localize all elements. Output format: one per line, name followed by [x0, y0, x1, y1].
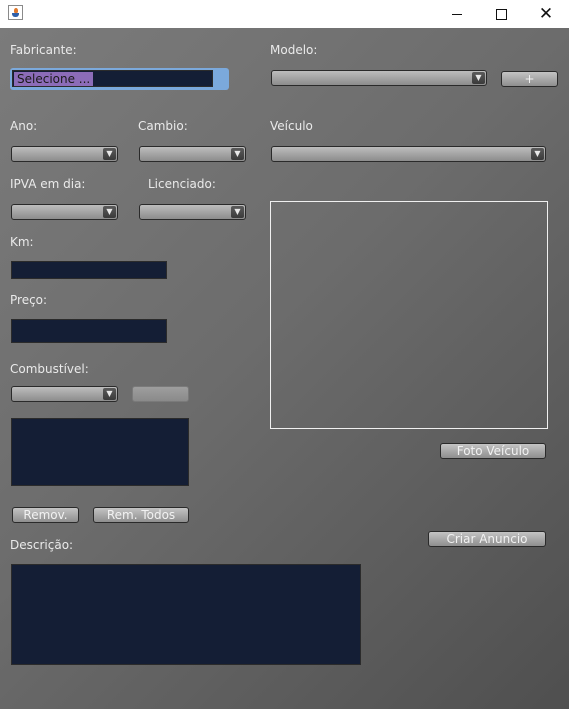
minimize-icon [452, 13, 462, 15]
licenciado-combo[interactable]: ▼ [139, 204, 246, 220]
chevron-down-icon: ▼ [531, 148, 544, 160]
licenciado-label: Licenciado: [148, 177, 216, 191]
km-label: Km: [10, 235, 34, 249]
veiculo-combo[interactable]: ▼ [271, 146, 546, 162]
ano-label: Ano: [10, 119, 38, 133]
combustivel-label: Combustível: [10, 362, 89, 376]
ipva-label: IPVA em dia: [10, 177, 86, 191]
title-bar: ✕ [0, 0, 569, 28]
km-input[interactable] [11, 261, 167, 279]
preco-label: Preço: [10, 293, 48, 307]
java-cup-icon[interactable] [8, 5, 23, 20]
add-modelo-button[interactable]: + [501, 71, 558, 87]
chevron-down-icon: ▼ [231, 148, 244, 160]
fabricante-label: Fabricante: [10, 43, 77, 57]
veiculo-label: Veículo [270, 119, 313, 133]
form-panel: Fabricante: Selecione ... Modelo: ▼ + An… [0, 28, 569, 709]
combustivel-list[interactable] [11, 418, 189, 486]
chevron-down-icon: ▼ [472, 72, 485, 84]
add-combustivel-button[interactable] [132, 386, 189, 402]
ipva-combo[interactable]: ▼ [11, 204, 118, 220]
modelo-label: Modelo: [270, 43, 318, 57]
foto-veiculo-button[interactable]: Foto Veículo [440, 443, 546, 459]
chevron-down-icon: ▼ [231, 206, 244, 218]
close-icon: ✕ [538, 3, 554, 24]
remove-all-button[interactable]: Rem. Todos [93, 507, 189, 523]
modelo-combo[interactable]: ▼ [271, 70, 487, 86]
chevron-down-icon: ▼ [103, 148, 116, 160]
cambio-label: Cambio: [138, 119, 188, 133]
fabricante-value: Selecione ... [14, 72, 94, 86]
cambio-combo[interactable]: ▼ [139, 146, 246, 162]
fabricante-field[interactable]: Selecione ... [10, 68, 229, 90]
remove-button[interactable]: Remov. [12, 507, 79, 523]
ano-combo[interactable]: ▼ [11, 146, 118, 162]
chevron-down-icon: ▼ [103, 388, 116, 400]
maximize-icon [495, 8, 507, 20]
descricao-textarea[interactable] [11, 564, 361, 665]
preco-input[interactable] [11, 319, 167, 343]
descricao-label: Descrição: [10, 538, 74, 552]
minimize-button[interactable] [434, 0, 480, 28]
chevron-down-icon: ▼ [103, 206, 116, 218]
combustivel-combo[interactable]: ▼ [11, 386, 118, 402]
maximize-button[interactable] [478, 0, 524, 28]
criar-anuncio-button[interactable]: Criar Anuncio [428, 531, 546, 547]
vehicle-photo-frame [270, 201, 548, 429]
close-button[interactable]: ✕ [523, 0, 569, 28]
